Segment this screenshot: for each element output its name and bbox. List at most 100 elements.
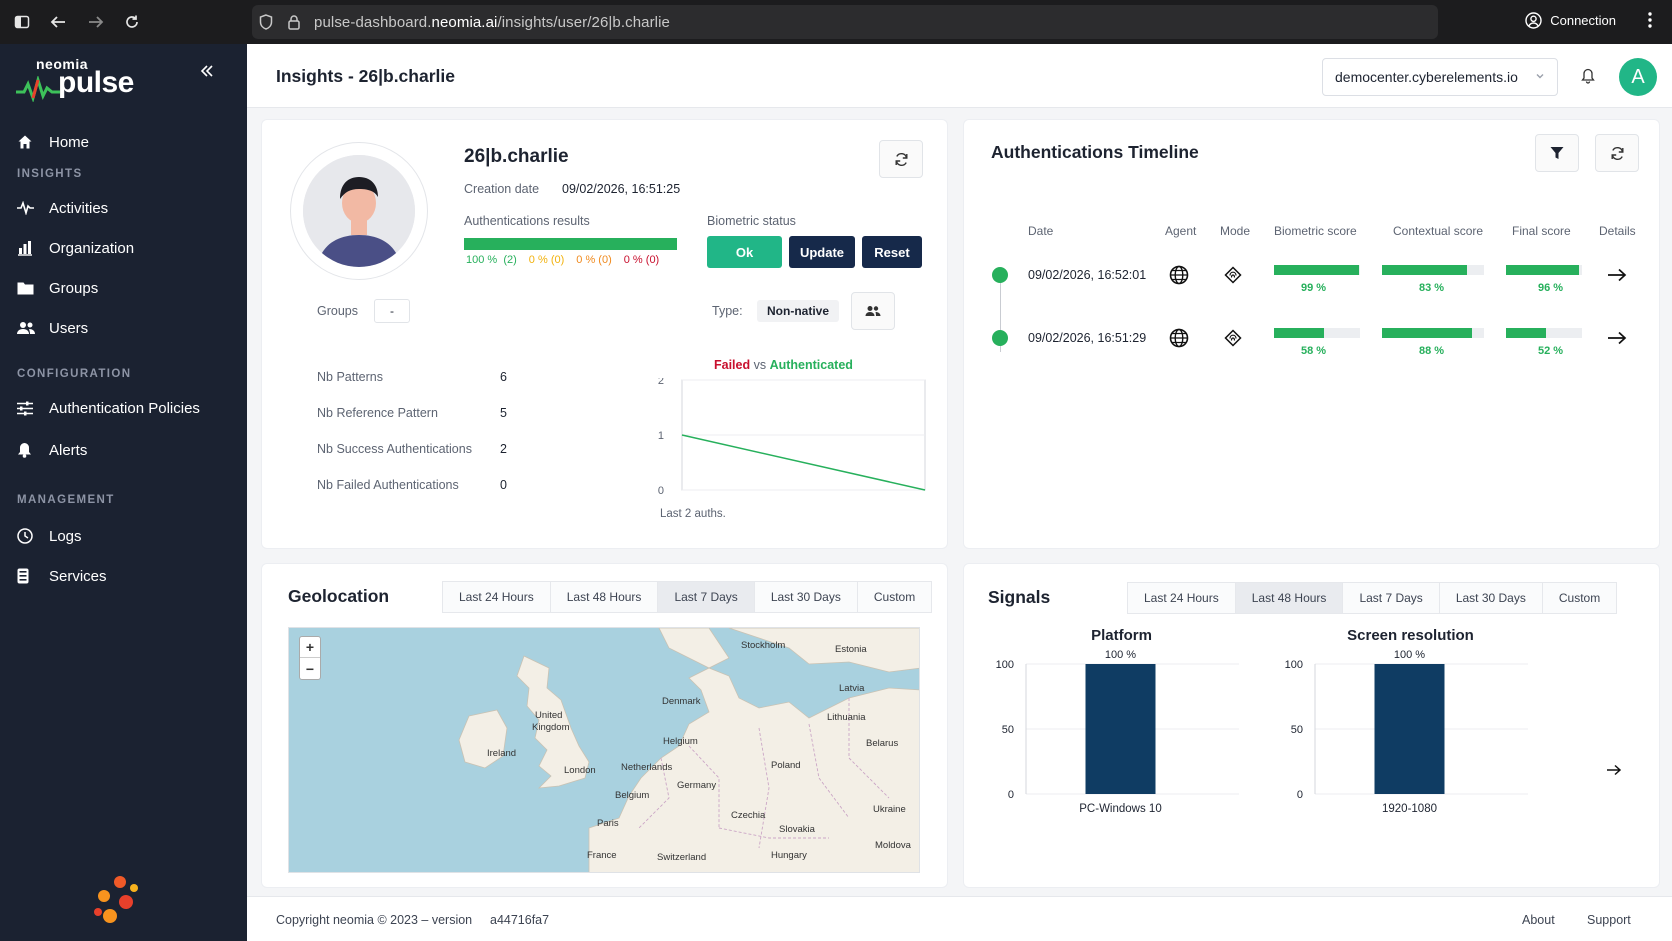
tenant-select[interactable]: democenter.cyberelements.io: [1322, 58, 1558, 96]
page-footer: Copyright neomia © 2023 – version a44716…: [247, 896, 1672, 941]
details-arrow-icon[interactable]: [1607, 268, 1627, 282]
sidebar-item-alerts[interactable]: Alerts: [0, 432, 247, 468]
tab-last-24-hours[interactable]: Last 24 Hours: [442, 581, 551, 613]
tab-custom[interactable]: Custom: [1541, 582, 1618, 614]
chart-bar: [1085, 664, 1156, 794]
sidebar-item-label: Home: [49, 133, 90, 151]
address-bar[interactable]: pulse-dashboard.neomia.ai/insights/user/…: [252, 5, 1438, 39]
tenant-select-value: democenter.cyberelements.io: [1335, 69, 1518, 85]
platform-chart: Platform 0 50 100 100 % PC-Windows 10: [996, 627, 1239, 815]
legend-warning-1: 0 % (0): [528, 254, 565, 266]
url-text: pulse-dashboard.neomia.ai/insights/user/…: [314, 13, 670, 31]
y-tick-label: 100: [1285, 659, 1303, 671]
x-tick-label: PC-Windows 10: [1079, 803, 1161, 815]
map-label: Denmark: [662, 696, 701, 707]
collapse-sidebar-icon[interactable]: [200, 64, 214, 78]
sidebar-item-home[interactable]: Home: [0, 124, 247, 160]
map-label: Ukraine: [873, 804, 906, 815]
map-label: Hungary: [771, 850, 807, 861]
y-tick-label: 0: [1297, 789, 1303, 801]
map-label: Paris: [597, 818, 619, 829]
biometric-update-button[interactable]: Update: [789, 236, 855, 268]
auth-results-legend: 100 % (2) 0 % (0) 0 % (0) 0 % (0): [466, 254, 659, 266]
column-header-agent: Agent: [1165, 224, 1197, 238]
back-arrow-icon[interactable]: [40, 4, 76, 40]
section-configuration: CONFIGURATION: [17, 368, 132, 380]
signals-next-arrow-icon[interactable]: [1606, 764, 1622, 776]
y-tick-label: 1: [658, 430, 664, 442]
sidebar-item-label: Users: [49, 319, 89, 337]
map-label: Stockholm: [741, 640, 786, 651]
details-arrow-icon[interactable]: [1607, 331, 1627, 345]
connection-button[interactable]: Connection: [1525, 12, 1616, 29]
biometric-status-label: Biometric status: [707, 214, 796, 228]
sidebar-item-authentication-policies[interactable]: Authentication Policies: [0, 390, 247, 426]
support-link[interactable]: Support: [1587, 913, 1631, 927]
sidebar-item-groups[interactable]: Groups: [0, 270, 247, 306]
creation-date-value: 09/02/2026, 16:51:25: [562, 182, 681, 196]
final-score-value: 52 %: [1538, 345, 1564, 357]
tab-last-48-hours[interactable]: Last 48 Hours: [549, 581, 659, 613]
biometric-score-value: 99 %: [1301, 282, 1327, 294]
type-badge: Non-native: [757, 300, 840, 322]
biometric-reset-button[interactable]: Reset: [862, 236, 922, 268]
zoom-in-button[interactable]: +: [300, 637, 320, 658]
sidebar-toggle-icon[interactable]: [4, 4, 40, 40]
user-avatar[interactable]: A: [1619, 58, 1657, 96]
refresh-icon: [1611, 146, 1623, 160]
reload-icon[interactable]: [114, 4, 150, 40]
column-header-details: Details: [1599, 224, 1636, 238]
stat-value: 0: [500, 478, 507, 492]
forward-arrow-icon[interactable]: [78, 4, 114, 40]
chart-title-vs: vs: [750, 358, 770, 372]
tab-last-24-hours[interactable]: Last 24 Hours: [1127, 582, 1236, 614]
map-label: Ireland: [487, 748, 517, 759]
clock-icon: [17, 528, 49, 544]
timeline-date: 09/02/2026, 16:52:01: [1028, 268, 1147, 282]
brand-mark-icon: [90, 874, 146, 926]
sliders-icon: [17, 401, 49, 416]
globe-icon: [1169, 265, 1189, 285]
home-icon: [17, 134, 49, 150]
bar-data-label: 100 %: [1394, 649, 1425, 661]
stat-label: Nb Patterns: [317, 370, 384, 384]
map-label: Estonia: [835, 644, 867, 655]
filter-button[interactable]: [1535, 134, 1579, 172]
contextual-score-value: 88 %: [1419, 345, 1445, 357]
sidebar-item-organization[interactable]: Organization: [0, 230, 247, 266]
stat-value: 6: [500, 370, 507, 384]
user-circle-icon: [1525, 12, 1542, 29]
tab-last-30-days[interactable]: Last 30 Days: [1438, 582, 1543, 614]
geolocation-map[interactable]: + − Stockholm Estonia Latvia Denmark Lit…: [288, 627, 920, 873]
sidebar-item-users[interactable]: Users: [0, 310, 247, 346]
refresh-profile-button[interactable]: [879, 140, 923, 178]
y-tick-label: 100: [996, 659, 1014, 671]
sidebar-item-logs[interactable]: Logs: [0, 518, 247, 554]
tab-last-7-days[interactable]: Last 7 Days: [1342, 582, 1440, 614]
map-label: Germany: [677, 780, 717, 791]
refresh-timeline-button[interactable]: [1595, 134, 1639, 172]
tab-last-48-hours[interactable]: Last 48 Hours: [1234, 582, 1344, 614]
final-score-bar: [1506, 328, 1582, 338]
page-header: Insights - 26|b.charlie democenter.cyber…: [247, 44, 1672, 108]
sidebar-item-services[interactable]: Services: [0, 558, 247, 594]
tab-last-7-days[interactable]: Last 7 Days: [657, 581, 755, 613]
app-logo[interactable]: neomia pulse: [16, 54, 136, 104]
signals-card: Signals Last 24 Hours Last 48 Hours Last…: [963, 563, 1660, 888]
zoom-out-button[interactable]: −: [300, 658, 320, 679]
version-text: a44716fa7: [490, 913, 550, 927]
biometric-ok-button[interactable]: Ok: [707, 236, 782, 268]
map-label: United: [535, 710, 563, 721]
tab-last-30-days[interactable]: Last 30 Days: [753, 581, 858, 613]
type-users-button[interactable]: [851, 292, 895, 330]
notifications-bell-icon[interactable]: [1581, 68, 1595, 84]
signals-title: Signals: [988, 587, 1051, 607]
tab-custom[interactable]: Custom: [856, 581, 933, 613]
about-link[interactable]: About: [1522, 913, 1555, 927]
sidebar-item-activities[interactable]: Activities: [0, 190, 247, 226]
sidebar-item-label: Alerts: [49, 441, 88, 459]
chart-title-authenticated: Authenticated: [769, 358, 853, 372]
contextual-score-bar: [1382, 328, 1484, 338]
kebab-menu-icon[interactable]: [1648, 12, 1652, 28]
biometric-score-bar: [1274, 328, 1360, 338]
